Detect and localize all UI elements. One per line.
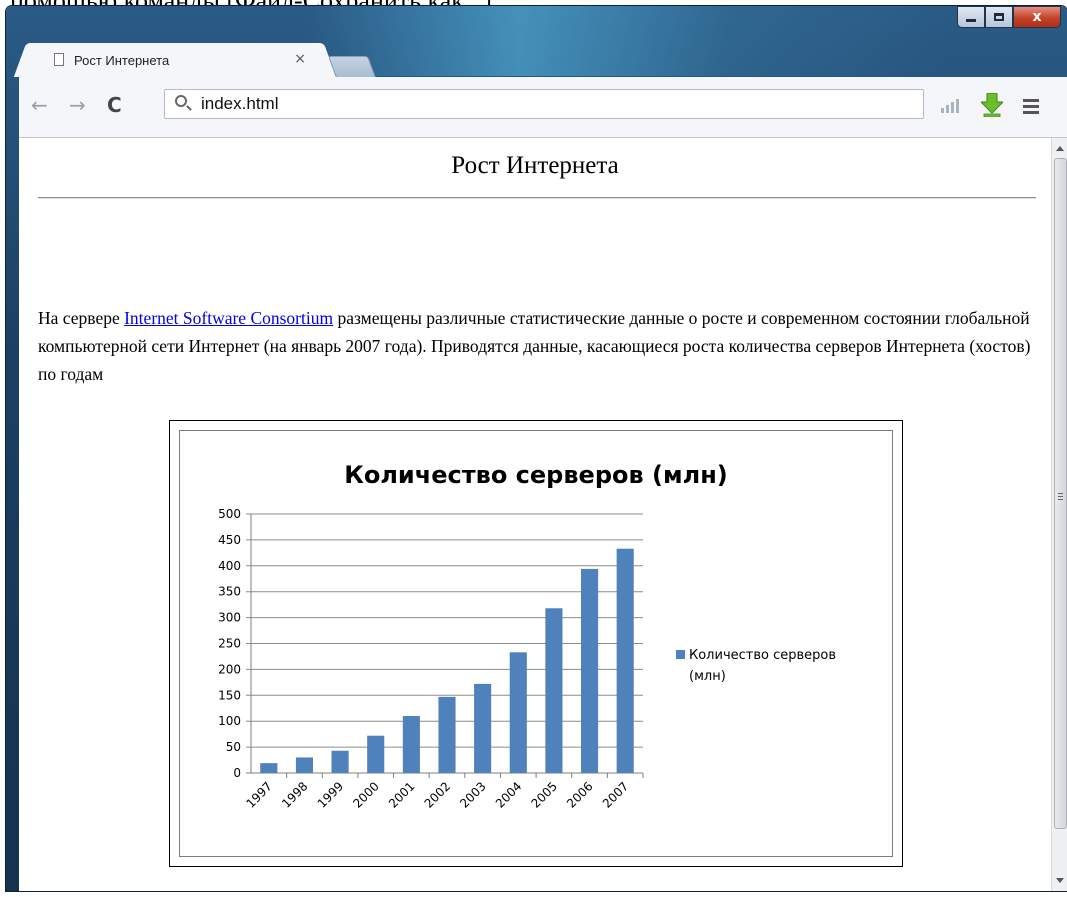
scroll-up-arrow[interactable] (1056, 146, 1064, 151)
x-tick-label: 2000 (350, 779, 381, 810)
titlebar-glow (306, 6, 946, 76)
y-tick-label: 200 (218, 662, 241, 676)
chart-title: Количество серверов (млн) (344, 461, 728, 489)
y-tick-label: 150 (218, 688, 241, 702)
scroll-grip-icon (1058, 493, 1063, 502)
x-tick-label: 2007 (600, 779, 631, 810)
toolbar: ← → C index.html (19, 77, 1067, 138)
url-text[interactable]: index.html (201, 94, 278, 114)
window-controls: x (957, 6, 1061, 28)
page-viewport: Рост Интернета На сервере Internet Softw… (19, 138, 1051, 891)
new-tab-button[interactable] (327, 56, 377, 78)
scroll-down-arrow[interactable] (1056, 878, 1064, 883)
bar-1997 (260, 763, 278, 773)
x-tick-label: 1997 (243, 779, 274, 810)
x-tick-label: 1998 (279, 779, 310, 810)
address-bar[interactable]: index.html (164, 89, 924, 119)
search-icon (175, 95, 187, 107)
x-tick-label: 2005 (529, 779, 560, 810)
y-tick-label: 250 (218, 637, 241, 651)
download-icon[interactable] (981, 93, 1003, 117)
back-button[interactable]: ← (31, 93, 48, 117)
bar-2001 (402, 716, 420, 773)
forward-button[interactable]: → (69, 93, 86, 117)
page-icon (54, 53, 64, 66)
y-tick-label: 350 (218, 585, 241, 599)
bar-2004 (509, 652, 527, 773)
maximize-icon (994, 13, 1004, 21)
bar-chart: Количество серверов (млн)050100150200250… (218, 461, 836, 811)
isc-link[interactable]: Internet Software Consortium (124, 308, 333, 328)
y-tick-label: 50 (226, 740, 241, 754)
tab-close-icon[interactable]: × (294, 51, 306, 67)
legend-label-line1: Количество серверов (689, 648, 836, 663)
x-tick-label: 2006 (564, 779, 595, 810)
browser-window: x Рост Интернета × ← → C index.html Рост… (6, 6, 1067, 891)
reload-button[interactable]: C (107, 93, 122, 117)
chart-image: Количество серверов (млн) 0 50 100 150 200 250… (169, 420, 903, 867)
y-tick-label: 450 (218, 533, 241, 547)
x-tick-label: 2004 (493, 779, 524, 810)
bar-2002 (438, 696, 456, 773)
bar-2007 (616, 548, 634, 773)
menu-icon[interactable] (1023, 99, 1039, 117)
para-text-before-link: На сервере (38, 308, 125, 328)
horizontal-rule (38, 197, 1036, 199)
y-tick-label: 0 (233, 766, 241, 780)
y-tick-label: 500 (218, 507, 241, 521)
x-tick-label: 2002 (422, 779, 453, 810)
x-tick-label: 2001 (386, 779, 417, 810)
y-tick-label: 400 (218, 559, 241, 573)
bar-2003 (474, 683, 492, 773)
intro-paragraph: На сервере Internet Software Consortium … (38, 304, 1038, 388)
bar-2000 (367, 735, 385, 773)
y-tick-label: 100 (218, 714, 241, 728)
bar-2006 (580, 568, 599, 773)
legend-label-line2: (млн) (689, 669, 726, 684)
bar-2005 (545, 608, 563, 773)
scroll-thumb[interactable] (1054, 158, 1067, 829)
legend-swatch (676, 650, 685, 659)
bar-1998 (295, 757, 314, 773)
maximize-button[interactable] (985, 6, 1013, 28)
vertical-scrollbar[interactable] (1051, 138, 1067, 891)
y-tick-label: 300 (218, 611, 241, 625)
x-tick-label: 1999 (315, 779, 346, 810)
tab-active[interactable]: Рост Интернета × (30, 43, 320, 77)
close-icon: x (1032, 9, 1042, 25)
close-window-button[interactable]: x (1013, 6, 1061, 28)
minimize-icon (966, 18, 976, 22)
minimize-button[interactable] (957, 6, 985, 28)
tab-title: Рост Интернета (74, 52, 170, 68)
x-tick-label: 2003 (457, 779, 488, 810)
chart-plot-frame: Количество серверов (млн) 0 50 100 150 200 250… (179, 430, 893, 857)
bar-1999 (331, 750, 349, 773)
signal-icon[interactable] (941, 99, 959, 113)
page-heading: Рост Интернета (451, 152, 619, 179)
